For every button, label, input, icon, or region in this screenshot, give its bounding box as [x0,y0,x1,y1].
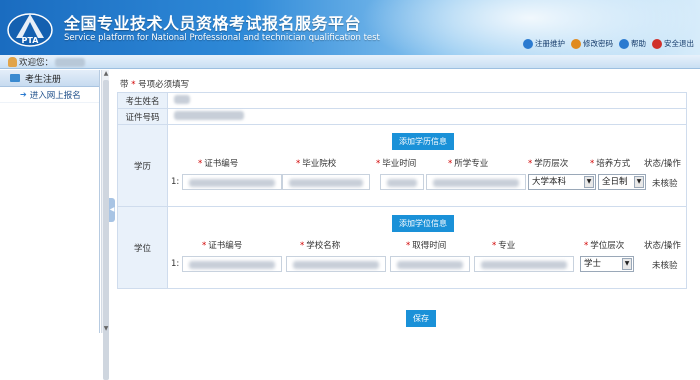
degree-label: 学位 [117,206,168,289]
deg-col-time: * 取得时间 [406,241,447,251]
user-edit-icon [523,38,533,49]
edu-col-level: * 学历层次 [528,159,569,169]
edu-mode-value: 全日制 [602,177,628,187]
edu-col-status: 状态/操作 [644,159,681,169]
name-value [167,92,687,109]
deg-row-index: 1: [171,259,180,269]
edu-cert-no-input[interactable] [182,174,282,190]
sidebar-scrollbar[interactable]: ▲ ▼ [101,70,110,380]
scroll-down-arrow-icon[interactable]: ▼ [102,325,110,333]
deg-col-major: * 专业 [492,241,516,251]
deg-col-school: * 学校名称 [300,241,341,251]
sidebar-section-register[interactable]: 考生注册 [0,70,99,87]
degree-section: 添加学位信息 * 证书编号 * 学校名称 * 取得时间 * 专业 * 学位层次 状态/操作… [167,206,687,289]
main-content: 带 * 号项必须填写 考生姓名 证件号码 学历 添加学历信息 * 证书编号 * 毕业… [114,70,700,333]
logo-text: PTA [22,36,40,45]
mail-icon [10,74,20,82]
deg-school-input[interactable] [286,256,386,272]
sidebar: 考生注册 ➔ 进入网上报名 [0,70,100,333]
help-link[interactable]: 帮助 [619,38,646,49]
chevron-down-icon: ▼ [634,176,644,188]
change-password-link[interactable]: 修改密码 [571,38,613,49]
pta-logo: PTA [7,13,53,47]
id-value [167,108,687,125]
logout-label: 安全退出 [664,39,694,48]
sidebar-section-label: 考生注册 [25,74,62,85]
edu-col-major: * 所学专业 [448,159,489,169]
deg-col-cert-no: * 证书编号 [202,241,243,251]
edu-status: 未核验 [652,179,678,189]
sidebar-item-label: 进入网上报名 [29,90,81,101]
required-note-prefix: 带 [120,80,129,90]
edu-level-select[interactable]: 大学本科 ▼ [528,174,596,190]
deg-level-value: 学士 [584,259,602,269]
chevron-down-icon: ▼ [622,258,632,270]
edu-col-cert-no: * 证书编号 [198,159,239,169]
education-section: 添加学历信息 * 证书编号 * 毕业院校 * 毕业时间 * 所学专业 * 学历层次 * 培养… [167,124,687,207]
page-subtitle: Service platform for National Profession… [64,33,380,43]
edu-major-input[interactable] [426,174,526,190]
logout-link[interactable]: 安全退出 [652,38,694,49]
education-label: 学历 [117,124,168,207]
welcome-message: 欢迎您： [8,56,86,68]
registration-form: 考生姓名 证件号码 学历 添加学历信息 * 证书编号 * 毕业院校 * 毕业时间 * 所… [117,92,687,289]
deg-cert-no-input[interactable] [182,256,282,272]
top-links: 注册维护 修改密码 帮助 安全退出 [523,38,694,49]
deg-status: 未核验 [652,261,678,271]
page-title: 全国专业技术人员资格考试报名服务平台 [64,14,362,33]
help-label: 帮助 [631,39,646,48]
user-icon [8,57,17,67]
header-banner: PTA 全国专业技术人员资格考试报名服务平台 Service platform … [0,0,700,55]
save-button[interactable]: 保存 [406,310,436,327]
scroll-up-arrow-icon[interactable]: ▲ [102,70,110,78]
edu-school-input[interactable] [282,174,370,190]
name-label: 考生姓名 [117,92,168,109]
edu-col-mode: * 培养方式 [590,159,631,169]
register-maintain-label: 注册维护 [535,39,565,48]
key-icon [571,38,581,49]
id-redacted [174,110,244,120]
deg-level-select[interactable]: 学士 ▼ [580,256,634,272]
id-label: 证件号码 [117,108,168,125]
name-redacted [174,94,190,104]
deg-col-level: * 学位层次 [584,241,625,251]
required-star: * [131,80,136,90]
edu-grad-time-input[interactable] [380,174,424,190]
deg-col-status: 状态/操作 [644,241,681,251]
edu-col-grad-time: * 毕业时间 [376,159,417,169]
help-icon [619,38,629,49]
change-password-label: 修改密码 [583,39,613,48]
edu-col-school: * 毕业院校 [296,159,337,169]
username-redacted [55,57,86,67]
power-icon [652,38,662,49]
welcome-bar: 欢迎您： [0,55,700,69]
edu-row-index: 1: [171,177,180,187]
add-education-button[interactable]: 添加学历信息 [392,133,454,150]
sidebar-item-online-registration[interactable]: ➔ 进入网上报名 [0,87,99,103]
scroll-thumb[interactable] [103,80,109,380]
add-degree-button[interactable]: 添加学位信息 [392,215,454,232]
deg-major-input[interactable] [474,256,574,272]
deg-time-input[interactable] [390,256,470,272]
edu-mode-select[interactable]: 全日制 ▼ [598,174,646,190]
required-note-suffix: 号项必须填写 [138,80,190,90]
chevron-down-icon: ▼ [584,176,594,188]
required-note: 带 * 号项必须填写 [120,78,189,90]
arrow-right-icon: ➔ [20,90,27,99]
edu-level-value: 大学本科 [532,177,567,187]
register-maintain-link[interactable]: 注册维护 [523,38,565,49]
welcome-label: 欢迎您： [19,58,54,68]
